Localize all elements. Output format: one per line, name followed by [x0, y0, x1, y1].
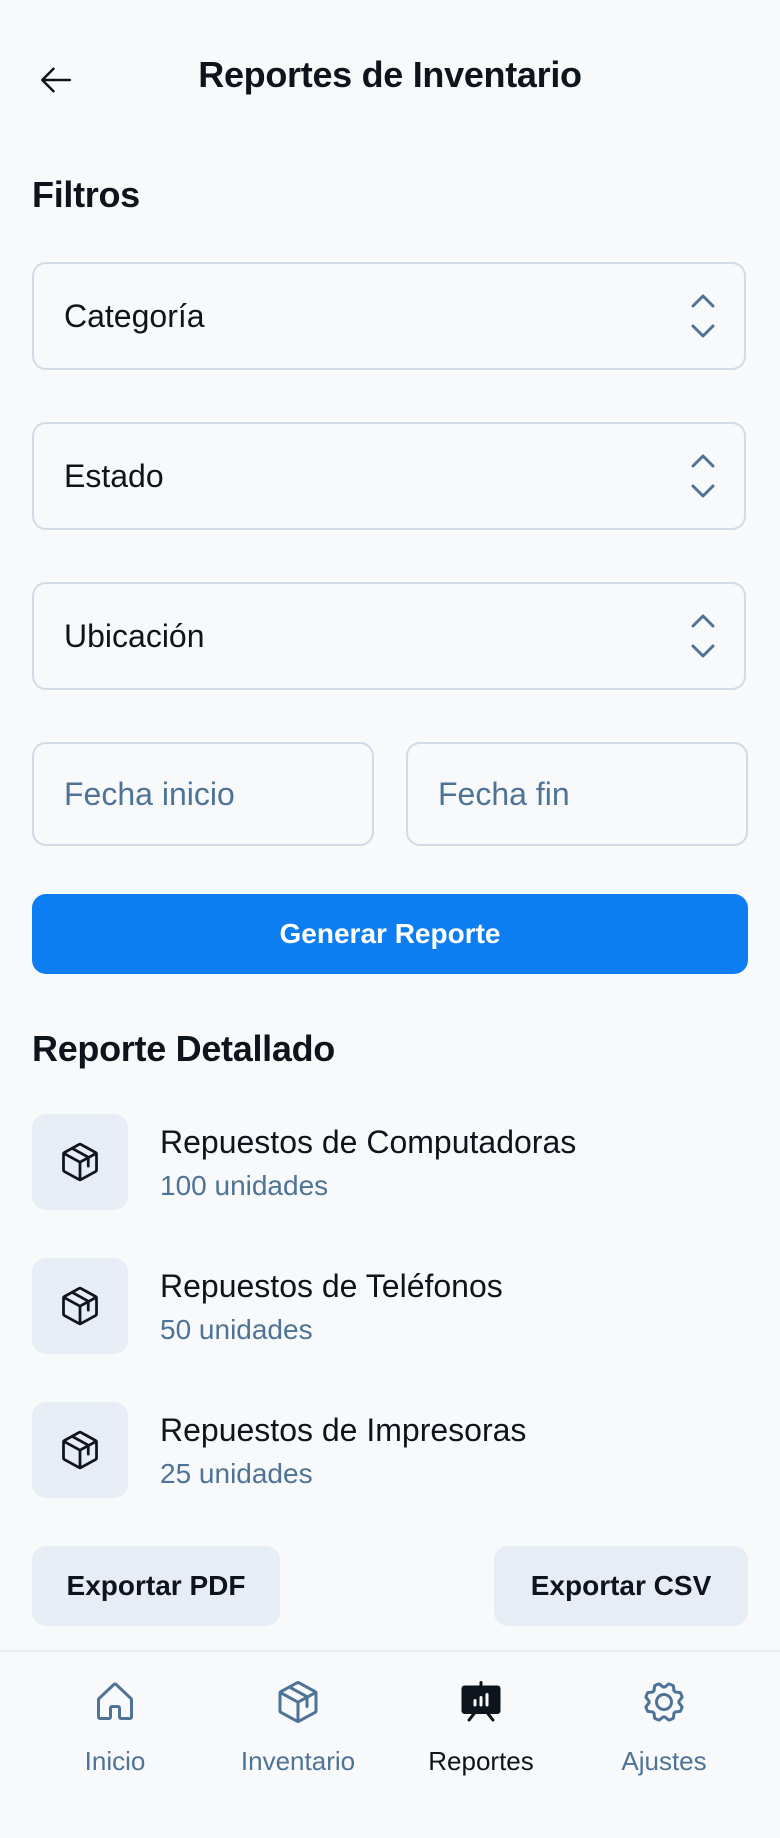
item-name: Repuestos de Computadoras — [160, 1124, 577, 1160]
status-select-label: Estado — [64, 458, 164, 494]
gear-icon — [644, 1682, 684, 1722]
start-date-placeholder: Fecha inicio — [64, 776, 235, 812]
nav-label: Reportes — [428, 1746, 534, 1776]
report-heading: Reporte Detallado — [32, 1028, 335, 1069]
end-date-input[interactable]: Fecha fin — [406, 742, 748, 846]
item-name: Repuestos de Teléfonos — [160, 1268, 503, 1304]
nav-item-ajustes[interactable]: Ajustes — [573, 1678, 755, 1798]
export-csv-button[interactable]: Exportar CSV — [494, 1546, 748, 1626]
item-quantity: 100 unidades — [160, 1170, 329, 1201]
export-pdf-button[interactable]: Exportar PDF — [32, 1546, 280, 1626]
item-icon-tile — [32, 1258, 128, 1354]
top-app-bar: Reportes de Inventario — [0, 0, 780, 156]
item-quantity: 25 unidades — [160, 1458, 313, 1489]
item-icon-tile — [32, 1402, 128, 1498]
generate-report-button[interactable]: Generar Reporte — [32, 894, 748, 974]
item-quantity: 50 unidades — [160, 1314, 313, 1345]
nav-label: Ajustes — [621, 1746, 707, 1776]
nav-label: Inventario — [240, 1746, 356, 1776]
item-icon-tile — [32, 1114, 128, 1210]
caret-up-down-icon — [691, 454, 715, 498]
status-select[interactable]: Estado — [32, 422, 746, 530]
location-select-label: Ubicación — [64, 618, 205, 654]
list-item[interactable]: Repuestos de Impresoras 25 unidades — [32, 1402, 748, 1498]
nav-item-inicio[interactable]: Inicio — [24, 1678, 206, 1798]
package-icon — [62, 1286, 98, 1326]
category-select[interactable]: Categoría — [32, 262, 746, 370]
package-icon — [62, 1142, 98, 1182]
package-icon — [278, 1681, 318, 1723]
list-item[interactable]: Repuestos de Teléfonos 50 unidades — [32, 1258, 748, 1354]
list-item[interactable]: Repuestos de Computadoras 100 unidades — [32, 1114, 748, 1210]
caret-up-down-icon — [691, 294, 715, 338]
package-icon — [62, 1430, 98, 1470]
item-name: Repuestos de Impresoras — [160, 1412, 527, 1448]
filters-heading: Filtros — [32, 174, 140, 215]
location-select[interactable]: Ubicación — [32, 582, 746, 690]
start-date-input[interactable]: Fecha inicio — [32, 742, 374, 846]
page-title: Reportes de Inventario — [198, 54, 582, 95]
nav-item-inventario[interactable]: Inventario — [207, 1678, 389, 1798]
nav-label: Inicio — [84, 1746, 146, 1776]
caret-up-down-icon — [691, 614, 715, 658]
bottom-navigation: Inicio Inventario Reportes Ajustes — [0, 1650, 780, 1838]
end-date-placeholder: Fecha fin — [438, 776, 570, 812]
category-select-label: Categoría — [64, 298, 205, 334]
house-icon — [97, 1682, 133, 1720]
nav-item-reportes[interactable]: Reportes — [390, 1678, 572, 1798]
presentation-chart-icon — [461, 1681, 501, 1722]
